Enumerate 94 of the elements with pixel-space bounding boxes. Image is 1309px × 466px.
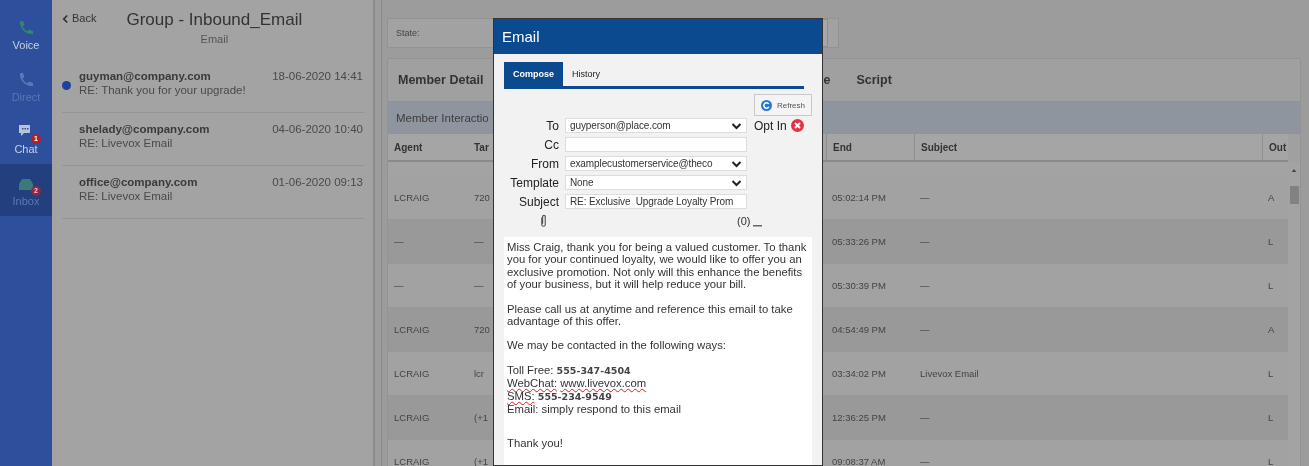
chevron-left-icon (62, 14, 69, 24)
dialog-tab[interactable]: Compose (504, 62, 563, 86)
table-cell-text: 04:54:49 PM (831, 324, 887, 335)
sender-address: office@company.com (79, 176, 198, 188)
sender-address: guyman@company.com (79, 70, 211, 82)
group-title: Group - Inbound_Email (126, 10, 303, 30)
caret-icon (731, 159, 742, 168)
column-header: End (826, 134, 914, 160)
table-cell-text: L (1267, 456, 1275, 466)
refresh-icon (761, 99, 772, 111)
column-header: Tar (473, 140, 490, 155)
scroll-thumb[interactable] (1289, 186, 1299, 204)
table-cell-text: L (1267, 368, 1275, 379)
detail-tab[interactable]: e (823, 73, 831, 87)
message-item[interactable]: guyman@company.com 18-06-2020 14:41 RE: Thank you for your upgrade! (62, 60, 365, 113)
message-item[interactable]: office@company.com 01-06-2020 09:13 RE: Livevox Email (62, 166, 365, 219)
table-cell-text: LCRAIG (393, 412, 431, 423)
table-cell-text: Livevox Email (919, 368, 980, 379)
select-field[interactable]: examplecustomerservice@theco (565, 156, 747, 171)
table-cell-text: — (919, 412, 931, 423)
table-cell-text: LCRAIG (393, 324, 431, 335)
select-field[interactable]: guyperson@place.com (565, 118, 747, 133)
refresh-button[interactable]: Refresh (754, 94, 812, 116)
field-label: Template (509, 175, 560, 190)
table-cell-text: lcr (473, 368, 486, 379)
message-subject: RE: Thank you for your upgrade! (79, 84, 247, 96)
message-subject: RE: Livevox Email (79, 137, 174, 149)
input-field[interactable] (565, 137, 747, 152)
contact-line: WebChat: www.livevox.com (507, 377, 648, 390)
table-cell-text: — (473, 280, 485, 291)
caret-icon (731, 178, 742, 187)
table-cell-text: L (1267, 280, 1275, 291)
channel-subtitle: Email (200, 33, 229, 45)
message-item[interactable]: shelady@company.com 04-06-2020 10:40 RE: Livevox Email (62, 113, 365, 166)
caret-icon (731, 121, 742, 130)
contact-line: Toll Free: 555-347-4504 (507, 363, 632, 378)
table-cell-text: 720 (473, 324, 491, 335)
contact-line: SMS: 555-234-9549 (507, 389, 613, 404)
opt-in-label: Opt In (754, 118, 787, 133)
state-label: State: (396, 28, 421, 38)
message-paragraph: Miss Craig, thank you for being a valued customer. To thank you for your continued loyalty, we would like to offer you an exclusive promotion. Not only will this enhance the benefits of your business, but it will help reduce your bill. (507, 241, 808, 291)
table-cell-text: — (919, 192, 931, 203)
column-header: Subject (914, 134, 1262, 160)
section-title: Member Interactio (396, 112, 489, 124)
table-cell-text: 720 (473, 192, 491, 203)
table-cell-text: LCRAIG (393, 368, 431, 379)
table-cell-text: 05:33:26 PM (831, 236, 887, 247)
attachment-count: (0) (737, 215, 751, 227)
paperclip-icon[interactable] (540, 214, 547, 228)
input-field[interactable]: RE: Exclusive Upgrade Loyalty Prom (565, 194, 747, 209)
select-field[interactable]: None (565, 175, 747, 190)
table-cell-text: — (919, 236, 931, 247)
table-cell-text: LCRAIG (393, 456, 431, 466)
field-label: Subject (517, 194, 560, 209)
table-cell-text: L (1267, 236, 1275, 247)
column-header: Out (1262, 134, 1288, 160)
detail-tab[interactable]: Script (856, 73, 892, 87)
message-closing: Thank you! (507, 437, 564, 450)
back-button[interactable]: Back (62, 12, 97, 28)
dialog-tab[interactable]: History (563, 62, 610, 86)
dialog-title: Email (502, 28, 540, 45)
table-cell-text: — (919, 280, 931, 291)
table-cell-text: — (393, 236, 405, 247)
message-subject: RE: Livevox Email (79, 190, 174, 202)
detail-tab[interactable]: Member Detail (398, 73, 484, 87)
message-editor[interactable] (504, 237, 812, 465)
table-cell-text: — (919, 456, 931, 466)
dash-icon[interactable] (753, 224, 763, 227)
nav-item[interactable]: Voice (0, 8, 52, 60)
column-header: Agent (393, 140, 424, 155)
scroll-up-icon[interactable] (1291, 168, 1297, 173)
table-cell-text: A (1267, 192, 1276, 203)
table-cell-text: — (919, 324, 931, 335)
table-cell-text: — (393, 280, 405, 291)
table-cell-text: (+1 (473, 412, 489, 423)
table-cell-text: 03:34:02 PM (831, 368, 887, 379)
table-cell-text: A (1267, 324, 1276, 335)
message-paragraph: We may be contacted in the following ways: (507, 339, 727, 352)
table-cell-text: 05:30:39 PM (831, 280, 887, 291)
sender-address: shelady@company.com (79, 123, 210, 135)
message-date: 18-06-2020 14:41 (272, 70, 363, 82)
table-cell-text: 12:36:25 PM (831, 412, 887, 423)
contact-line: Email: simply respond to this email (507, 403, 682, 416)
table-cell-text: — (473, 236, 485, 247)
table-cell-text: LCRAIG (393, 192, 431, 203)
field-label: From (530, 156, 560, 171)
message-date: 01-06-2020 09:13 (272, 176, 363, 188)
field-label: Cc (543, 137, 560, 152)
field-label: To (545, 118, 560, 133)
message-date: 04-06-2020 10:40 (272, 123, 363, 135)
table-cell-text: L (1267, 412, 1275, 423)
message-paragraph: Please call us at anytime and reference this email to take advantage of this offer. (507, 302, 794, 328)
table-cell-text: 09:08:37 AM (831, 456, 887, 466)
table-cell-text: 05:02:14 PM (831, 192, 887, 203)
